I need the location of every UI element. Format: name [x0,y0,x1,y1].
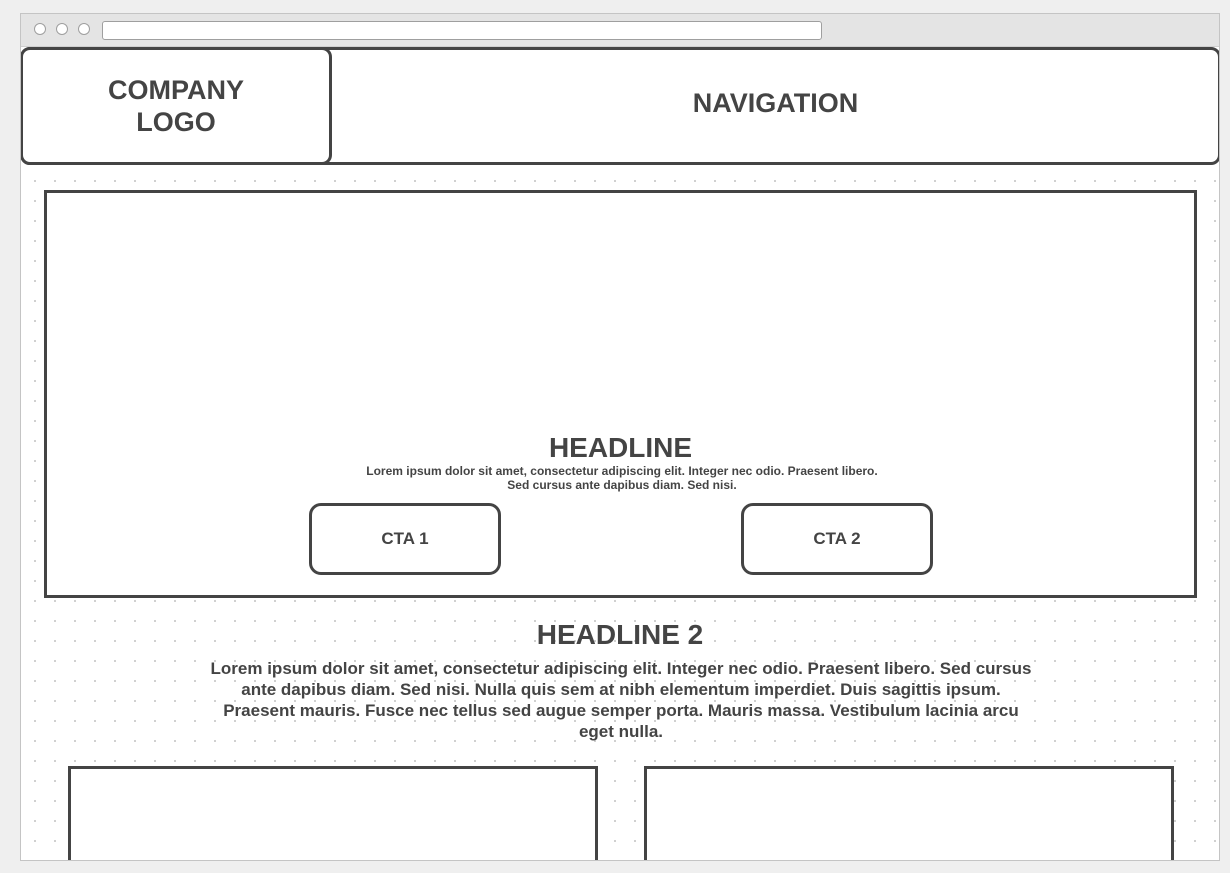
company-logo-text: COMPANY LOGO [107,75,244,137]
window-zoom-button[interactable] [78,23,90,35]
content-card-right [644,766,1174,860]
content-card-left [68,766,598,860]
section-body-text: Lorem ipsum dolor sit amet, consectetur … [210,659,1032,741]
address-bar[interactable] [102,21,822,40]
browser-toolbar [21,14,1219,47]
hero-headline: HEADLINE [548,432,693,463]
window-minimize-button[interactable] [56,23,68,35]
cta-2-button[interactable]: CTA 2 [741,503,933,575]
hero-body-text: Lorem ipsum dolor sit amet, consectetur … [366,464,878,492]
navigation[interactable]: NAVIGATION [332,47,1219,159]
company-logo[interactable]: COMPANY LOGO [21,47,332,165]
browser-window: COMPANY LOGO NAVIGATION HEADLINE Lorem i… [20,13,1220,861]
window-close-button[interactable] [34,23,46,35]
section-headline: HEADLINE 2 [536,619,704,650]
page-content: COMPANY LOGO NAVIGATION HEADLINE Lorem i… [21,47,1219,860]
cta-1-button[interactable]: CTA 1 [309,503,501,575]
hero-section: HEADLINE Lorem ipsum dolor sit amet, con… [44,190,1197,598]
